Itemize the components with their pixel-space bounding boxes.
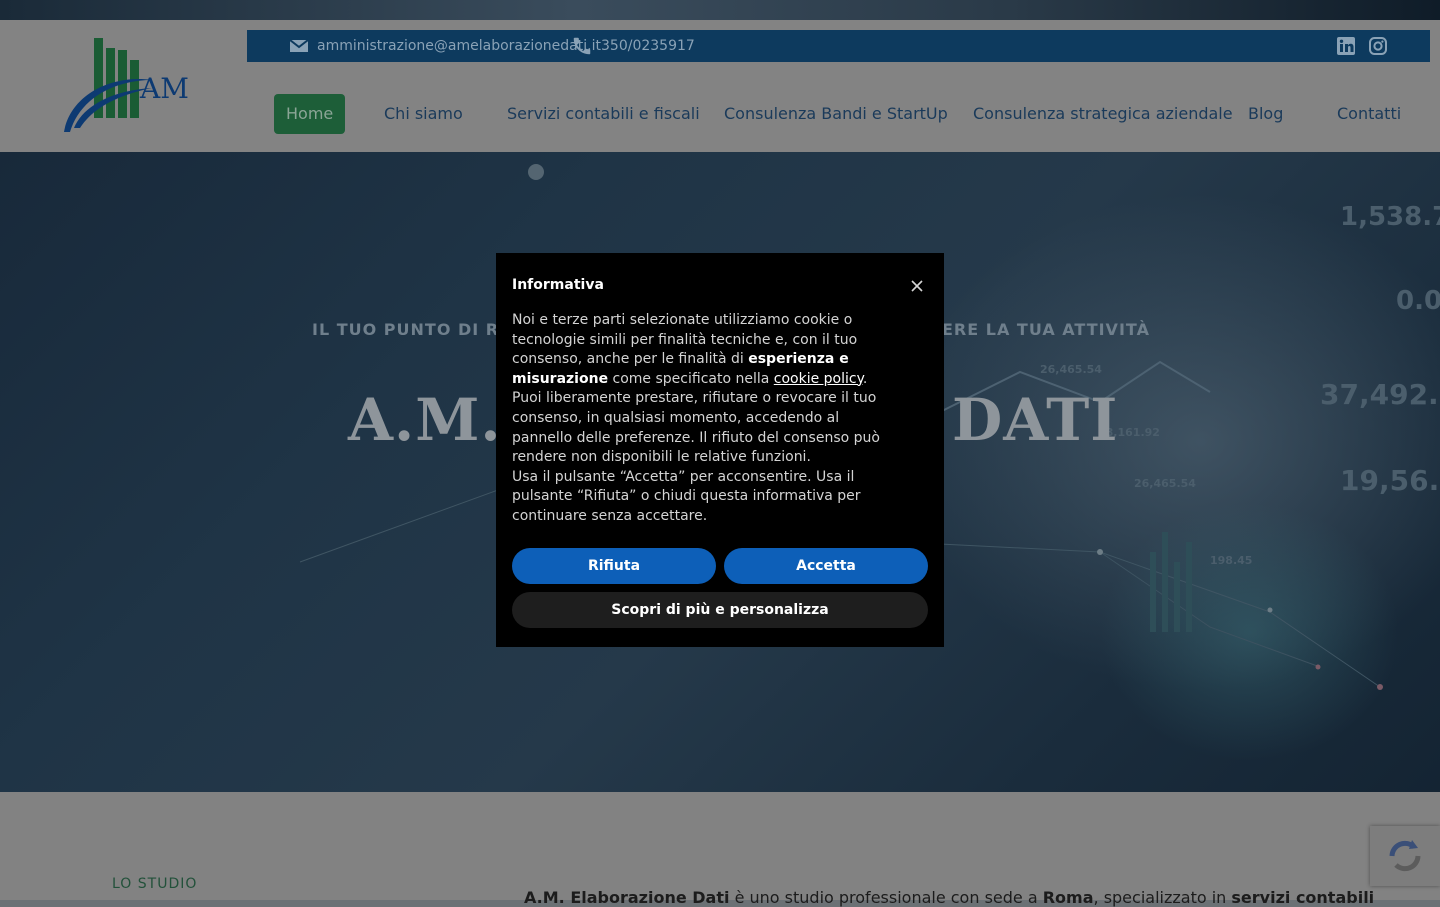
- section-label: LO STUDIO: [112, 876, 198, 892]
- site-logo[interactable]: AM: [60, 36, 200, 136]
- chart-number: 1,538.7: [1340, 202, 1440, 232]
- nav-item-servizi-contabili[interactable]: Servizi contabili e fiscali: [507, 94, 700, 134]
- dialog-text: .: [862, 370, 868, 387]
- linkedin-icon[interactable]: [1337, 37, 1355, 55]
- accept-button[interactable]: Accetta: [724, 548, 928, 584]
- nav-item-contatti[interactable]: Contatti: [1337, 94, 1401, 134]
- nav-item-chi-siamo[interactable]: Chi siamo: [384, 94, 463, 134]
- nav-item-consulenza-strategica[interactable]: Consulenza strategica aziendale: [973, 94, 1233, 134]
- city-name: Roma: [1042, 888, 1094, 907]
- contact-info-bar: amministrazione@amelaborazionedati.it 35…: [247, 30, 1430, 62]
- phone-text: 350/0235917: [601, 38, 695, 54]
- nav-item-consulenza-bandi[interactable]: Consulenza Bandi e StartUp: [724, 94, 948, 134]
- chart-number: 26,465.54: [1134, 477, 1196, 490]
- chart-number: 0.0: [1396, 286, 1440, 316]
- cookie-policy-link[interactable]: cookie policy: [774, 371, 863, 387]
- service-name: servizi contabili: [1231, 888, 1375, 907]
- dialog-text: Usa il pulsante “Accetta” per acconsenti…: [512, 468, 861, 524]
- dialog-text: Puoi liberamente prestare, rifiutare o r…: [512, 390, 880, 466]
- nav-item-home[interactable]: Home: [274, 94, 346, 134]
- dialog-body: Noi e terze parti selezionate utilizziam…: [512, 311, 896, 527]
- studio-name: A.M. Elaborazione Dati: [524, 888, 730, 907]
- intro-text-part: , specializzato in: [1093, 888, 1232, 907]
- email-contact[interactable]: amministrazione@amelaborazionedati.it: [289, 30, 601, 62]
- phone-icon: [573, 37, 591, 55]
- site-header: AM amministrazione@amelaborazionedati.it…: [0, 20, 1440, 152]
- recaptcha-icon: [1389, 840, 1421, 872]
- mail-icon: [289, 39, 309, 52]
- section-intro-text: A.M. Elaborazione Dati è uno studio prof…: [524, 888, 1374, 907]
- reject-button[interactable]: Rifiuta: [512, 548, 716, 584]
- customize-button[interactable]: Scopri di più e personalizza: [512, 592, 928, 628]
- close-icon[interactable]: [910, 279, 924, 293]
- email-text: amministrazione@amelaborazionedati.it: [317, 38, 601, 54]
- dialog-title: Informativa: [512, 277, 604, 293]
- chart-number: 26,465.54: [1040, 363, 1102, 376]
- nav-item-blog[interactable]: Blog: [1248, 94, 1283, 134]
- logo-graphic: AM: [64, 38, 189, 132]
- intro-text-part: è uno studio professionale con sede a: [729, 888, 1043, 907]
- cookie-consent-dialog: Informativa Noi e terze parti selezionat…: [496, 253, 944, 647]
- top-hero-strip: [0, 0, 1440, 20]
- chart-number: 19,56.9: [1340, 464, 1440, 497]
- studio-section: LO STUDIO A.M. Elaborazione Dati è uno s…: [0, 792, 1440, 907]
- dialog-text: come specificato nella: [608, 370, 774, 387]
- chart-number: 37,492.1: [1320, 378, 1440, 411]
- hero-title-right: DATI: [952, 386, 1119, 454]
- logo-text: AM: [139, 72, 189, 105]
- chart-number: 198.45: [1210, 554, 1253, 567]
- instagram-icon[interactable]: [1369, 37, 1387, 55]
- hero-tagline-right: ERE LA TUA ATTIVITÀ: [942, 320, 1150, 339]
- phone-contact[interactable]: 350/0235917: [571, 30, 695, 62]
- recaptcha-badge[interactable]: [1370, 826, 1440, 886]
